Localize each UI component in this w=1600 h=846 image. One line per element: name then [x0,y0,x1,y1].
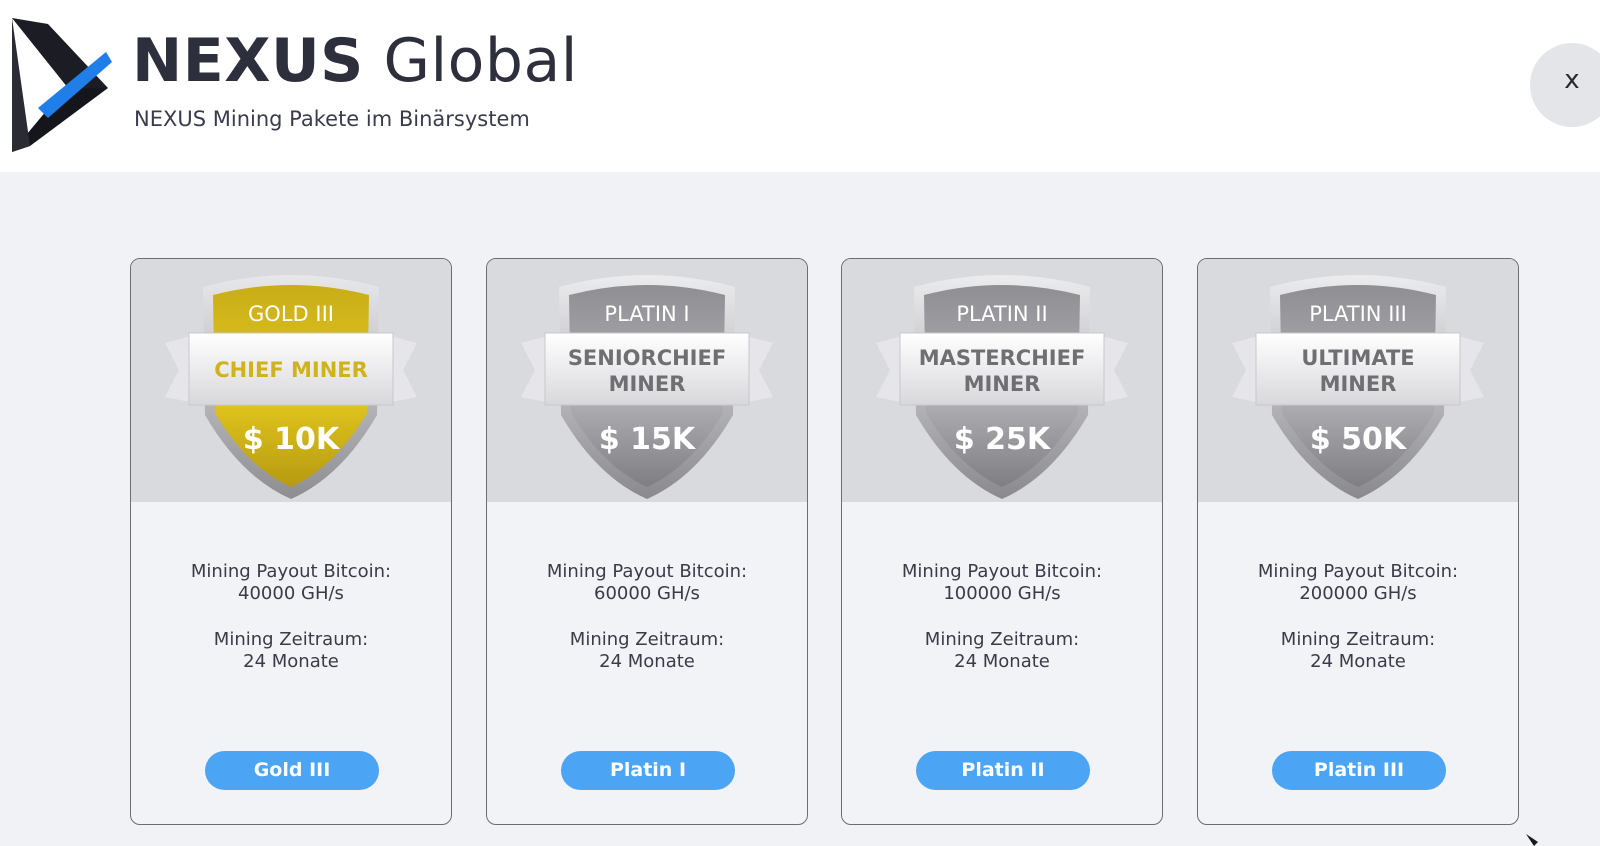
select-gold-iii-button[interactable]: Gold III [205,751,379,790]
nexus-logo-icon [12,18,112,152]
badge-title-text: CHIEF MINER [214,358,368,382]
select-platin-ii-button[interactable]: Platin II [916,751,1090,790]
period-value: 24 Monate [243,651,339,672]
payout-value: 100000 GH/s [943,583,1061,604]
payout-label: Mining Payout Bitcoin: [546,561,748,582]
badge-tier-text: GOLD III [248,302,334,326]
package-badge-area: PLATIN II MASTERCHIEF MINER $ 25K [842,259,1162,502]
package-card-gold-iii: GOLD III CHIEF MINER $ 10K Mining Payout… [130,258,452,825]
package-details: Mining Payout Bitcoin: 60000 GH/s Mining… [487,561,807,697]
badge-price-text: $ 10K [243,422,341,457]
silver-shield-badge-icon: PLATIN II MASTERCHIEF MINER $ 25K [876,275,1128,499]
brand-name-strong: NEXUS [132,26,364,96]
badge-price-text: $ 25K [954,422,1052,457]
badge-title-line2-text: MINER [964,372,1041,396]
payout-label: Mining Payout Bitcoin: [1257,561,1459,582]
period-label: Mining Zeitraum: [569,629,725,650]
badge-title-line2-text: MINER [609,372,686,396]
payout-label: Mining Payout Bitcoin: [901,561,1103,582]
payout-value: 200000 GH/s [1299,583,1417,604]
package-badge-area: PLATIN I SENIORCHIEF MINER $ 15K [487,259,807,502]
period-value: 24 Monate [954,651,1050,672]
close-button[interactable]: x [1530,43,1600,127]
badge-tier-text: PLATIN I [604,302,689,326]
gold-shield-badge-icon: GOLD III CHIEF MINER $ 10K [165,275,417,499]
package-card-platin-i: PLATIN I SENIORCHIEF MINER $ 15K Mining … [486,258,808,825]
package-card-platin-ii: PLATIN II MASTERCHIEF MINER $ 25K Mining… [841,258,1163,825]
badge-title-line2-text: MINER [1320,372,1397,396]
package-details: Mining Payout Bitcoin: 40000 GH/s Mining… [131,561,451,697]
package-card-platin-iii: PLATIN III ULTIMATE MINER $ 50K Mining P… [1197,258,1519,825]
badge-title-line1-text: MASTERCHIEF [919,346,1086,370]
brand-title: NEXUS Global [132,24,578,98]
select-platin-i-button[interactable]: Platin I [561,751,735,790]
period-label: Mining Zeitraum: [1280,629,1436,650]
package-badge-area: PLATIN III ULTIMATE MINER $ 50K [1198,259,1518,502]
badge-title-line1-text: ULTIMATE [1301,346,1414,370]
badge-tier-text: PLATIN II [956,302,1047,326]
period-label: Mining Zeitraum: [924,629,1080,650]
brand-name-light: Global [383,26,578,96]
brand-subtitle: NEXUS Mining Pakete im Binärsystem [134,107,530,131]
resize-corner-icon [1526,834,1538,846]
package-details: Mining Payout Bitcoin: 200000 GH/s Minin… [1198,561,1518,697]
silver-shield-badge-icon: PLATIN III ULTIMATE MINER $ 50K [1232,275,1484,499]
select-platin-iii-button[interactable]: Platin III [1272,751,1446,790]
payout-label: Mining Payout Bitcoin: [190,561,392,582]
payout-value: 40000 GH/s [238,583,344,604]
period-label: Mining Zeitraum: [213,629,369,650]
close-label: x [1564,65,1580,95]
badge-price-text: $ 15K [599,422,697,457]
period-value: 24 Monate [1310,651,1406,672]
badge-price-text: $ 50K [1310,422,1408,457]
silver-shield-badge-icon: PLATIN I SENIORCHIEF MINER $ 15K [521,275,773,499]
period-value: 24 Monate [599,651,695,672]
package-badge-area: GOLD III CHIEF MINER $ 10K [131,259,451,502]
header: NEXUS Global NEXUS Mining Pakete im Binä… [0,0,1600,172]
badge-title-line1-text: SENIORCHIEF [568,346,726,370]
payout-value: 60000 GH/s [594,583,700,604]
package-details: Mining Payout Bitcoin: 100000 GH/s Minin… [842,561,1162,697]
badge-tier-text: PLATIN III [1309,302,1407,326]
